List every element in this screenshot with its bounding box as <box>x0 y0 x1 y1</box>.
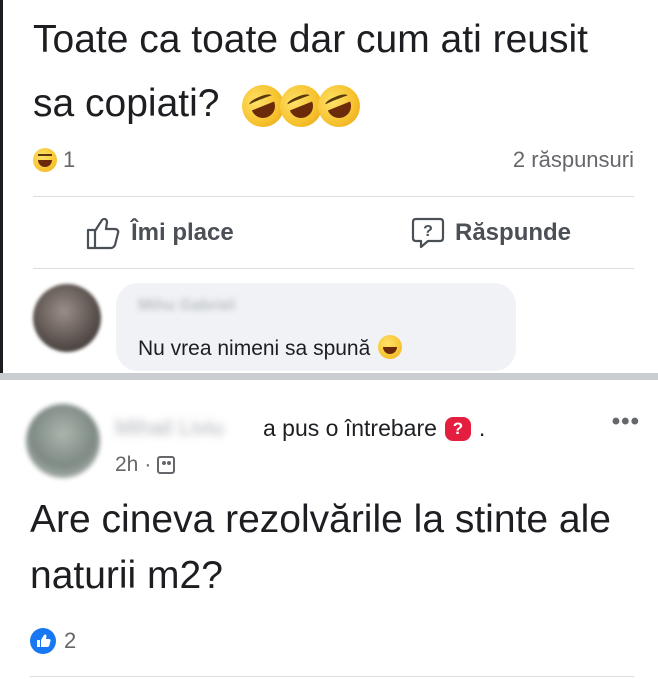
reply-button[interactable]: ? Răspunde <box>411 216 571 250</box>
post-question-text: Are cineva rezolvările la stinte ale nat… <box>30 498 611 597</box>
meta-separator: · <box>144 453 152 476</box>
post-action-label: a pus o întrebare <box>263 415 437 441</box>
like-button-label: Îmi place <box>131 219 234 246</box>
comment-text: Nu vrea nimeni sa spună <box>138 335 403 361</box>
comment-bubble: Mihu Gabriel Nu vrea nimeni sa spună <box>116 283 516 371</box>
reaction-summary[interactable]: 1 <box>33 147 75 173</box>
laughing-face-icon <box>33 148 57 172</box>
question-post: Mihail Liviu a pus o întrebare ? . ••• 2… <box>0 380 658 679</box>
comment-text-content: Nu vrea nimeni sa spună <box>138 337 371 360</box>
post-action-end: . <box>478 415 486 441</box>
more-options-button[interactable]: ••• <box>612 408 640 436</box>
author-avatar[interactable] <box>26 404 100 478</box>
commenter-avatar[interactable] <box>33 284 101 352</box>
group-audience-icon <box>157 456 176 474</box>
rofl-emoji-group <box>235 78 367 134</box>
divider <box>33 268 634 269</box>
replies-count-link[interactable]: 2 răspunsuri <box>513 147 634 173</box>
post-meta: 2h · <box>115 453 176 477</box>
like-summary[interactable]: 2 <box>30 628 76 654</box>
joy-emoji-icon <box>378 335 403 359</box>
commenter-name[interactable]: Mihu Gabriel <box>138 297 235 315</box>
question-badge-icon: ? <box>444 416 471 441</box>
divider <box>30 676 634 677</box>
author-name[interactable]: Mihail Liviu <box>115 415 224 441</box>
like-reaction-icon <box>30 628 56 654</box>
reply-thread-panel: Toate ca toate dar cum ati reusit sa cop… <box>0 0 658 373</box>
reaction-count: 1 <box>63 147 76 172</box>
thumbs-up-outline-icon <box>86 217 120 250</box>
like-button[interactable]: Îmi place <box>85 216 234 250</box>
comment-main-text: Toate ca toate dar cum ati reusit sa cop… <box>33 8 633 136</box>
post-action-text: a pus o întrebare ? . <box>263 415 485 442</box>
panel-separator <box>0 373 658 380</box>
reply-button-label: Răspunde <box>455 219 572 246</box>
svg-text:?: ? <box>423 223 433 240</box>
divider <box>33 196 634 197</box>
post-time[interactable]: 2h <box>115 453 138 477</box>
like-count: 2 <box>64 628 77 653</box>
rofl-emoji-icon <box>311 78 367 134</box>
question-bubble-icon: ? <box>411 217 445 249</box>
